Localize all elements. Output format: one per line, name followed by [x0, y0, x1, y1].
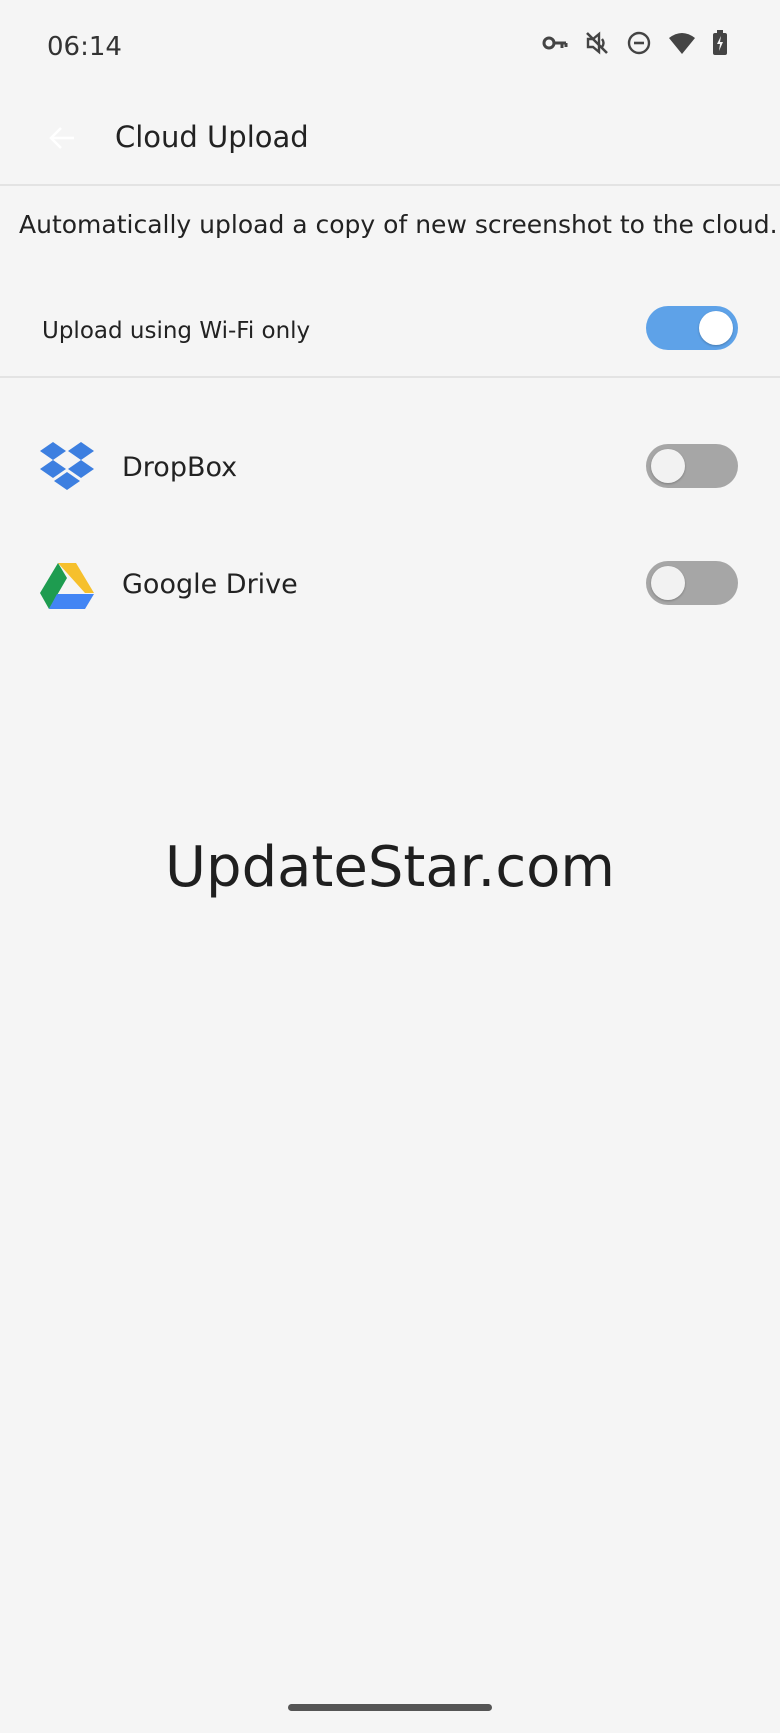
gesture-nav-handle[interactable] [288, 1704, 492, 1711]
toggle-knob [699, 311, 733, 345]
watermark-text: UpdateStar.com [165, 835, 615, 900]
service-row-dropbox[interactable]: DropBox [0, 418, 780, 518]
vpn-key-icon [542, 34, 568, 52]
do-not-disturb-icon [626, 30, 652, 56]
service-row-google-drive[interactable]: Google Drive [0, 535, 780, 635]
back-button[interactable] [40, 118, 84, 162]
status-time: 06:14 [47, 32, 122, 62]
wifi-only-toggle[interactable] [646, 306, 738, 350]
dropbox-icon [38, 440, 96, 496]
status-icons [542, 30, 728, 56]
google-drive-icon [38, 557, 96, 613]
service-label: DropBox [122, 452, 238, 483]
status-bar: 06:14 [0, 0, 780, 96]
wifi-only-label: Upload using Wi-Fi only [42, 318, 311, 344]
page-title: Cloud Upload [115, 120, 309, 154]
mute-icon [584, 30, 610, 56]
arrow-back-icon [47, 123, 77, 158]
wifi-only-row[interactable]: Upload using Wi-Fi only [0, 290, 780, 378]
app-bar: Cloud Upload [0, 96, 780, 186]
toggle-knob [651, 449, 685, 483]
service-label: Google Drive [122, 569, 298, 600]
google-drive-toggle[interactable] [646, 561, 738, 605]
description-text: Automatically upload a copy of new scree… [19, 210, 778, 239]
toggle-knob [651, 566, 685, 600]
wifi-icon [668, 31, 696, 55]
dropbox-toggle[interactable] [646, 444, 738, 488]
battery-charging-icon [712, 30, 728, 56]
